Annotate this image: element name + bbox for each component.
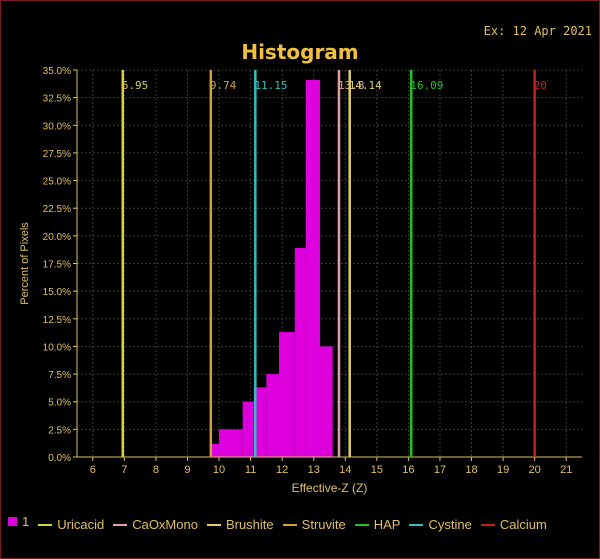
legend-label: 1 xyxy=(22,513,30,529)
histogram-bar xyxy=(211,443,220,457)
y-tick-label: 25.0% xyxy=(43,177,71,188)
y-tick-label: 0.0% xyxy=(48,453,71,464)
x-tick-label: 8 xyxy=(153,464,159,476)
histogram-bar xyxy=(294,248,306,457)
histogram-bar xyxy=(279,332,295,457)
x-tick-label: 21 xyxy=(560,464,572,476)
legend-item-cystine: Cystine xyxy=(409,514,472,536)
legend-label: Calcium xyxy=(499,517,547,532)
marker-label-hap: 16.09 xyxy=(410,79,443,92)
x-tick-label: 12 xyxy=(276,464,288,476)
y-tick-label: 32.5% xyxy=(43,94,71,105)
y-axis-title: Percent of Pixels xyxy=(19,222,31,305)
x-tick-label: 15 xyxy=(371,464,383,476)
legend-swatch xyxy=(206,523,221,526)
legend-label: Cystine xyxy=(428,517,472,532)
y-tick-label: 35.0% xyxy=(43,66,71,77)
legend-label: CaOxMono xyxy=(132,517,198,532)
y-tick-label: 22.5% xyxy=(43,204,71,215)
legend-swatch xyxy=(38,523,53,526)
marker-label-uricacid: 6.95 xyxy=(122,79,149,92)
legend-item-brushite: Brushite xyxy=(206,514,274,536)
x-tick-label: 14 xyxy=(339,464,351,476)
x-tick-label: 18 xyxy=(465,464,477,476)
y-tick-label: 17.5% xyxy=(43,260,71,271)
marker-label-calcium: 20 xyxy=(534,79,547,92)
x-tick-label: 13 xyxy=(308,464,320,476)
marker-label-struvite: 9.74 xyxy=(210,79,237,92)
legend-swatch xyxy=(113,523,128,526)
legend-label: HAP xyxy=(373,517,401,532)
marker-label-cystine: 11.15 xyxy=(254,79,287,92)
legend-item-series-1: 1 xyxy=(8,510,29,532)
histogram-bar xyxy=(305,79,321,458)
x-tick-label: 9 xyxy=(184,464,190,476)
y-tick-label: 10.0% xyxy=(43,342,71,353)
marker-label-brushite: 14.14 xyxy=(349,79,382,92)
legend-label: Uricacid xyxy=(57,517,105,532)
legend-swatch xyxy=(282,523,297,526)
legend-swatch xyxy=(8,516,17,526)
x-tick-label: 20 xyxy=(529,464,541,476)
histogram-chart: 6.95 13.814.149.74 16.0911.15 200.0%2.5%5.0… xyxy=(19,66,582,495)
x-tick-label: 7 xyxy=(121,464,127,476)
y-tick-label: 7.5% xyxy=(48,370,71,381)
x-axis-title: Effective-Z (Z) xyxy=(292,481,368,495)
legend-item-hap: HAP xyxy=(354,514,401,536)
legend-label: Brushite xyxy=(225,517,274,532)
x-tick-label: 10 xyxy=(213,464,225,476)
histogram-bar xyxy=(266,374,279,457)
x-tick-label: 6 xyxy=(90,464,96,476)
x-tick-label: 11 xyxy=(245,464,256,476)
legend-item-struvite: Struvite xyxy=(282,514,346,536)
chart-legend: 1 Uricacid CaOxMono Brushite Struvite HAP Cyst… xyxy=(8,510,598,536)
legend-label: Struvite xyxy=(301,517,346,532)
legend-swatch xyxy=(354,523,369,526)
y-tick-label: 20.0% xyxy=(43,232,71,243)
y-tick-label: 27.5% xyxy=(43,149,71,160)
x-tick-label: 19 xyxy=(497,464,509,476)
x-tick-label: 17 xyxy=(434,464,446,476)
y-tick-label: 5.0% xyxy=(48,398,71,409)
histogram-bar xyxy=(242,401,254,457)
legend-item-uricacid: Uricacid xyxy=(38,514,104,536)
y-tick-label: 15.0% xyxy=(43,287,71,298)
x-tick-label: 16 xyxy=(402,464,414,476)
histogram-bar xyxy=(320,346,333,457)
legend-swatch xyxy=(409,523,424,526)
y-tick-label: 2.5% xyxy=(48,425,71,436)
legend-item-caoxmono: CaOxMono xyxy=(113,514,198,536)
legend-swatch xyxy=(480,523,495,526)
legend-item-calcium: Calcium xyxy=(480,514,547,536)
y-tick-label: 30.0% xyxy=(43,121,71,132)
y-tick-label: 12.5% xyxy=(43,315,71,326)
histogram-bar xyxy=(219,429,243,457)
